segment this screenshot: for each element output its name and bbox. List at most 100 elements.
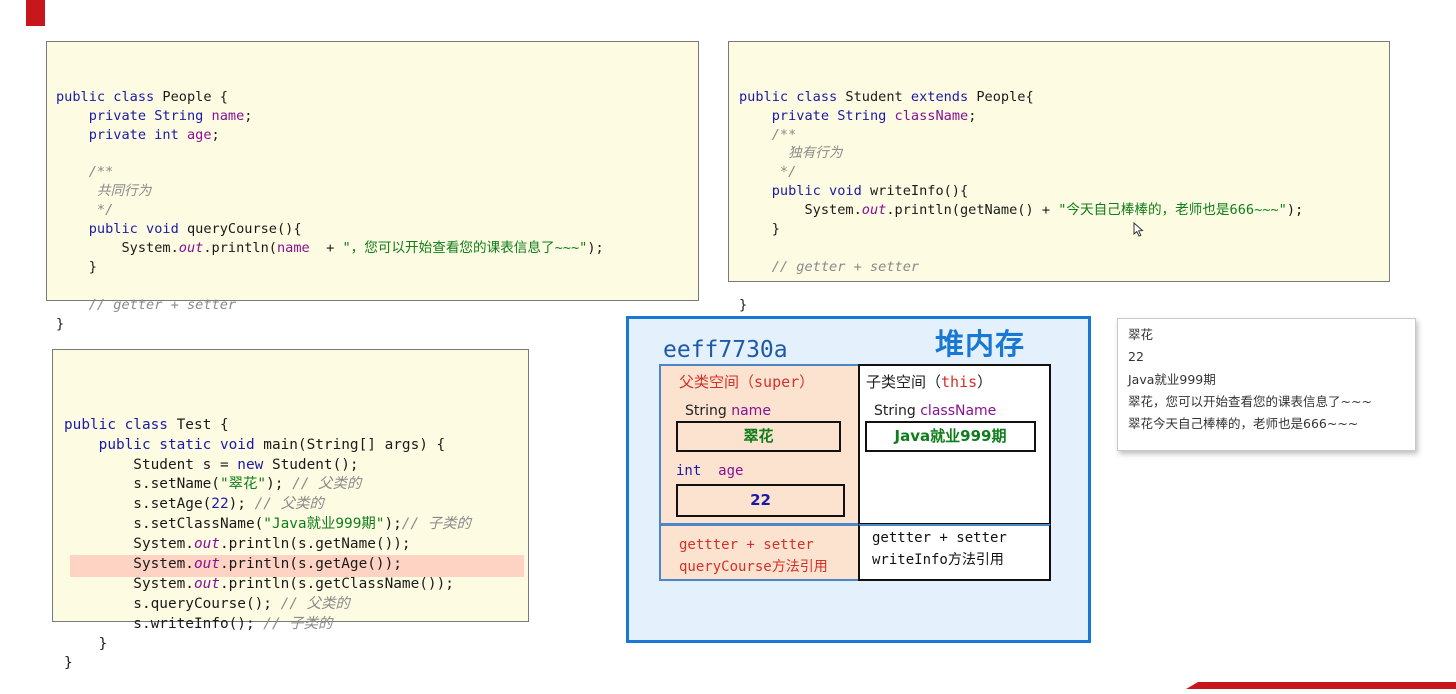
console-line: 22 <box>1128 349 1144 365</box>
code-token: // getter + setter <box>771 258 920 275</box>
code-line: } <box>56 258 698 277</box>
code-token: out <box>193 575 220 592</box>
code-token: private <box>88 107 155 124</box>
code-line: public class Student extends People{ <box>739 88 1389 107</box>
parent-space-text: 父类空间（ <box>679 373 755 391</box>
code-block-test: public class Test { public static void m… <box>52 349 529 671</box>
brand-red-mark <box>26 0 45 26</box>
heap-title: 堆内存 <box>935 327 1026 361</box>
code-token: /** <box>771 126 797 143</box>
code-line: System.out.println(s.getAge()); <box>64 555 528 575</box>
code-token: writeInfo(){ <box>869 183 969 200</box>
brand-red-corner <box>1186 682 1456 689</box>
code-token: */ <box>779 164 797 181</box>
code-line: System.out.println(s.getClassName()); <box>64 575 528 595</box>
classname-field-label: String className <box>874 403 996 419</box>
name-value-box: 翠花 <box>676 421 841 452</box>
code-token: .println(s.getAge()); <box>219 555 402 572</box>
code-line: public class People { <box>56 88 698 107</box>
code-line: // getter + setter <box>739 258 1389 277</box>
code-token: System. <box>64 536 194 553</box>
code-token: } <box>739 221 780 238</box>
child-space-text: 子类空间（ <box>866 373 942 391</box>
code-token: } <box>64 635 108 652</box>
child-methods-line-2: writeInfo方法引用 <box>872 552 1004 568</box>
parent-methods-area: gettter + setter queryCourse方法引用 <box>659 524 862 581</box>
console-output: 翠花 22 Java就业999期 翠花，您可以开始查看您的课表信息了~~~ 翠花… <box>1117 318 1416 451</box>
code-block-student: public class Student extends People{ pri… <box>728 41 1390 313</box>
code-token: name <box>277 239 310 256</box>
code-token: ); <box>587 239 604 256</box>
code-token: ; <box>968 107 977 124</box>
parent-methods-line-1: gettter + setter <box>679 537 814 553</box>
code-token: public class <box>56 88 163 105</box>
code-token: // 父类的 <box>280 595 350 612</box>
code-line: // getter + setter <box>56 296 698 315</box>
code-token: Student <box>845 88 911 105</box>
code-lines: public class Test { public static void m… <box>64 416 528 675</box>
code-token: public class <box>64 416 177 433</box>
code-token: "，您可以开始查看您的课表信息了~~~" <box>342 239 588 256</box>
code-token: // 父类的 <box>292 476 362 493</box>
age-field-type: int <box>676 463 702 479</box>
code-token: .println( <box>203 239 277 256</box>
code-token: public void <box>88 221 187 238</box>
classname-field-type: String <box>874 403 921 419</box>
code-token: String <box>154 107 212 124</box>
classname-field-name: className <box>920 403 997 419</box>
code-token: People{ <box>976 88 1034 105</box>
code-token: out <box>193 536 220 553</box>
console-line: 翠花 <box>1128 327 1154 342</box>
code-token: s.writeInfo(); <box>64 615 264 632</box>
child-methods-line-1: gettter + setter <box>872 530 1007 546</box>
code-token: Student s = <box>64 456 238 473</box>
code-line: Student s = new Student(); <box>64 456 528 476</box>
code-token: Test { <box>176 416 229 433</box>
code-token: System. <box>56 239 179 256</box>
super-keyword: super <box>754 373 800 391</box>
code-token: .println(s.getClassName()); <box>219 575 454 592</box>
child-space-close: ） <box>977 373 993 391</box>
age-field-label: int age <box>676 463 743 479</box>
code-token: public void <box>771 183 870 200</box>
code-line: public void writeInfo(){ <box>739 182 1389 201</box>
code-token: .println(s.getName()); <box>219 536 411 553</box>
code-token: extends <box>910 88 977 105</box>
name-field-label: String name <box>685 403 771 419</box>
code-token: "今天自己棒棒的，老师也是666~~~" <box>1058 202 1287 219</box>
code-token: String <box>837 107 895 124</box>
code-line: } <box>739 296 1389 315</box>
code-line: } <box>64 654 528 674</box>
code-line: public static void main(String[] args) { <box>64 436 528 456</box>
code-line: s.writeInfo(); // 子类的 <box>64 615 528 635</box>
classname-value-box: Java就业999期 <box>865 421 1036 452</box>
code-lines: public class People { private String nam… <box>56 88 698 334</box>
child-methods-area: gettter + setter writeInfo方法引用 <box>858 524 1051 581</box>
code-token: out <box>178 239 204 256</box>
code-token: ); <box>228 496 255 513</box>
code-line: s.setClassName("Java就业999期");// 子类的 <box>64 515 528 535</box>
code-token: + <box>309 239 343 256</box>
code-token: out <box>861 202 887 219</box>
code-block-people: public class People { private String nam… <box>46 41 699 332</box>
code-line: /** <box>56 163 698 182</box>
console-line: Java就业999期 <box>1128 371 1216 387</box>
code-token: // 子类的 <box>401 516 471 533</box>
code-token: Student(); <box>271 456 359 473</box>
child-space-label: 子类空间（this） <box>866 371 992 392</box>
code-token: queryCourse(){ <box>186 221 302 238</box>
code-token: ); <box>266 476 293 493</box>
code-token: name <box>211 107 245 124</box>
code-line: public void queryCourse(){ <box>56 220 698 239</box>
code-token: ; <box>211 126 220 143</box>
code-lines: public class Student extends People{ pri… <box>739 88 1389 315</box>
code-token: // 子类的 <box>263 615 333 632</box>
code-token: */ <box>96 202 114 219</box>
